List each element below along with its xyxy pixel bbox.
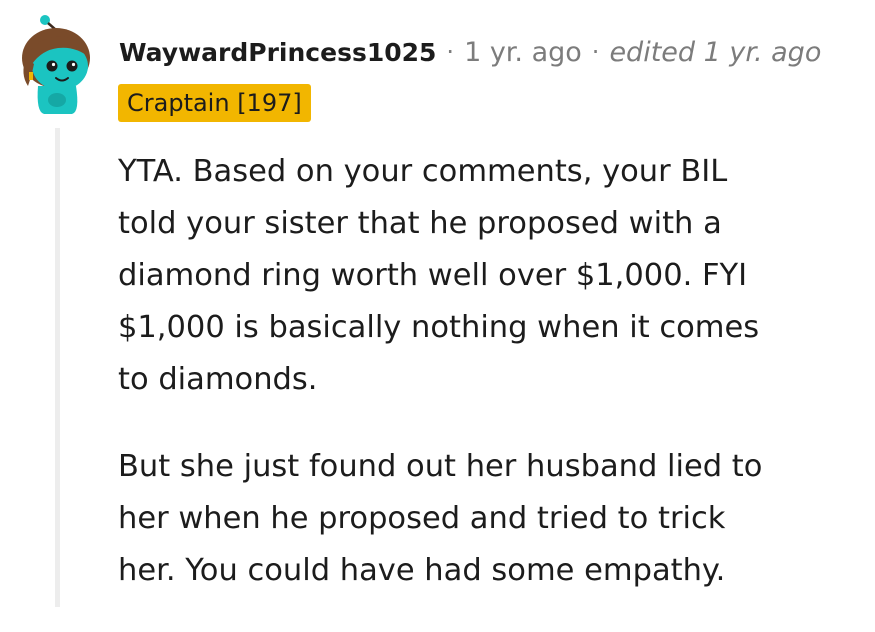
comment-text-line: $1,000 is basically nothing when it come… (118, 310, 760, 345)
comment-timestamp[interactable]: 1 yr. ago (464, 37, 582, 68)
comment-paragraph: But she just found out her husband lied … (118, 441, 858, 597)
snoo-avatar-icon[interactable] (12, 14, 100, 118)
comment-text-line: told your sister that he proposed with a (118, 206, 722, 241)
comment-text-line: But she just found out her husband lied … (118, 449, 763, 484)
comment-text-line: her. You could have had some empathy. (118, 553, 726, 588)
author-username[interactable]: WaywardPrincess1025 (119, 38, 436, 67)
edited-label: edited 1 yr. ago (609, 36, 822, 68)
comment-paragraph: YTA. Based on your comments, your BIL to… (118, 146, 858, 406)
comment: WaywardPrincess1025 · 1 yr. ago · edited… (0, 0, 875, 607)
comment-text-line: YTA. Based on your comments, your BIL (118, 154, 728, 189)
thread-collapse-line[interactable] (55, 128, 60, 607)
comment-text-line: her when he proposed and tried to trick (118, 501, 726, 536)
comment-body: YTA. Based on your comments, your BIL to… (118, 146, 858, 632)
meta-separator: · (591, 38, 600, 66)
comment-header: WaywardPrincess1025 · 1 yr. ago · edited… (119, 34, 821, 70)
comment-text-line: to diamonds. (118, 362, 318, 397)
user-flair: Craptain [197] (118, 84, 311, 122)
comment-text-line: diamond ring worth well over $1,000. FYI (118, 258, 748, 293)
meta-separator: · (446, 38, 455, 66)
